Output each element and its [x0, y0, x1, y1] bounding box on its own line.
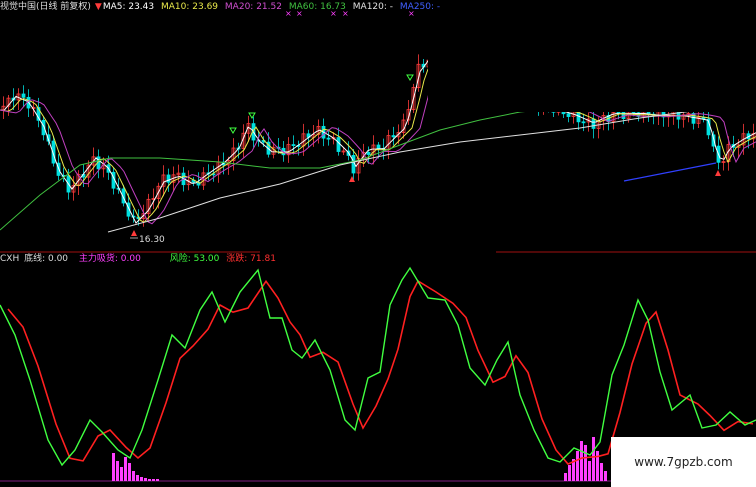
risk-value: 风险: 53.00 — [169, 254, 220, 264]
histogram-bar — [600, 463, 603, 481]
candle-body — [581, 121, 586, 124]
histogram-bar — [568, 465, 571, 481]
histogram-bar — [580, 441, 583, 481]
ma120-value: MA120: - — [352, 2, 394, 12]
sell-arrow-icon — [248, 112, 256, 119]
candle-body — [291, 144, 296, 146]
candle-body — [691, 113, 696, 124]
ma250-value: MA250: - — [399, 2, 441, 12]
low-price-marker: 16.30 — [130, 235, 165, 245]
ma10-value: MA10: 23.69 — [161, 2, 219, 12]
buy-arrow-icon — [715, 170, 721, 176]
buy-arrow-icon — [349, 176, 355, 182]
histogram-bar — [112, 453, 115, 481]
sell-arrow-icon — [229, 127, 237, 134]
ma60-value: MA60: 16.73 — [288, 2, 346, 12]
histogram-bar — [576, 451, 579, 481]
candle-body — [166, 174, 171, 183]
masked-area-top-right — [428, 0, 756, 112]
histogram-bar — [584, 445, 587, 481]
bottom-line-value: 底线: 0.00 — [24, 254, 69, 264]
ma20-value: MA20: 21.52 — [224, 2, 282, 12]
low-price-label: 16.30 — [139, 235, 165, 245]
histogram-bar — [116, 461, 119, 481]
histogram-bar — [604, 471, 607, 481]
main-force-histogram — [0, 437, 717, 482]
masked-area-center — [260, 222, 496, 264]
indicator-legend: CXH 底线: 0.00 主力吸货: 0.00 风险: 53.00 涨跌: 71… — [0, 254, 280, 264]
price-legend: 视觉中国(日线 前复权) ▼MA5: 23.43 MA10: 23.69 MA20… — [0, 2, 444, 12]
histogram-bar — [124, 457, 127, 481]
candle-body — [566, 113, 571, 117]
candle-body — [336, 137, 341, 152]
histogram-bar — [140, 477, 143, 481]
indicator-name: CXH — [0, 254, 20, 264]
histogram-bar — [136, 475, 139, 481]
main-force-value: 主力吸货: 0.00 — [78, 254, 141, 264]
candle-body — [591, 118, 596, 129]
rise-fall-value: 涨跌: 71.81 — [226, 254, 276, 264]
sell-arrow-icon — [406, 74, 414, 81]
histogram-bar — [120, 467, 123, 481]
candle-body — [21, 93, 26, 98]
candle-body — [326, 137, 331, 140]
ma60-line — [0, 107, 561, 231]
ma5-marker-icon: ▼ — [94, 2, 102, 12]
histogram-bar — [128, 463, 131, 481]
histogram-bar — [564, 473, 567, 481]
histogram-bar — [132, 471, 135, 481]
candle-body — [391, 135, 396, 138]
chart-title: 视觉中国(日线 前复权) — [0, 2, 91, 12]
histogram-bar — [592, 437, 595, 481]
buy-arrow-icon — [131, 230, 137, 236]
oscillator-lines — [0, 266, 756, 467]
histogram-bar — [144, 478, 147, 481]
candle-body — [376, 144, 381, 149]
histogram-bar — [588, 461, 591, 481]
trend-line — [623, 162, 717, 182]
oscillator-green-line — [0, 266, 756, 467]
ma5-value: MA5: 23.43 — [102, 2, 155, 12]
candle-body — [366, 152, 371, 155]
watermark: www.7gpzb.com — [611, 437, 756, 487]
